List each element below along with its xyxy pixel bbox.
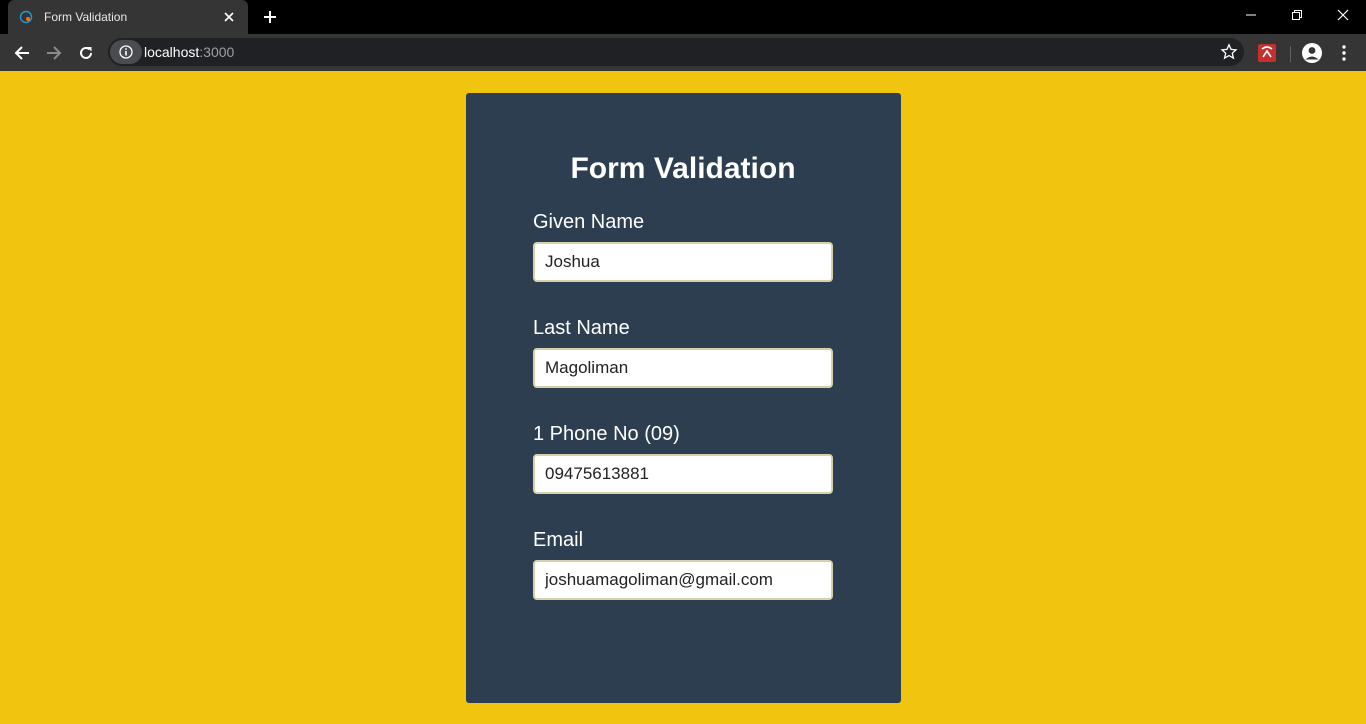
last-name-field: Last Name [533,314,833,420]
url-host: localhost [144,44,200,60]
tab-strip: Form Validation [0,0,1366,34]
given-name-label: Given Name [533,211,645,233]
form-title: Form Validation [570,152,796,185]
given-name-field: Given Name [533,208,833,314]
address-bar[interactable]: localhost:3000 [108,38,1244,66]
phone-field: 1 Phone No (09) [533,420,833,526]
close-window-icon[interactable] [1320,0,1366,30]
close-icon[interactable] [220,8,238,26]
tab-title: Form Validation [44,10,128,24]
restore-icon[interactable] [1274,0,1320,30]
star-icon[interactable] [1220,43,1238,61]
browser-toolbar: localhost:3000 [0,34,1366,71]
extension-icon[interactable] [1257,43,1277,63]
validation-form: Given Name Last Name 1 Phone No (09) Ema… [533,208,833,632]
toolbar-divider [1290,46,1291,62]
info-icon[interactable] [110,40,142,64]
browser-tab[interactable]: Form Validation [8,0,248,34]
phone-input[interactable] [533,454,833,494]
url-port: :3000 [199,44,235,60]
email-field: Email [533,526,833,632]
reload-icon[interactable] [72,39,100,67]
email-label: Email [533,529,584,551]
given-name-input[interactable] [533,242,833,282]
email-input[interactable] [533,560,833,600]
last-name-label: Last Name [533,317,630,339]
minimize-icon[interactable] [1228,0,1274,30]
phone-label: 1 Phone No (09) [533,423,680,445]
forward-arrow-icon[interactable] [40,39,68,67]
back-arrow-icon[interactable] [8,39,36,67]
profile-icon[interactable] [1300,41,1324,65]
last-name-input[interactable] [533,348,833,388]
new-tab-button[interactable] [258,6,282,28]
more-vert-icon[interactable] [1334,41,1354,65]
react-icon [18,9,34,25]
